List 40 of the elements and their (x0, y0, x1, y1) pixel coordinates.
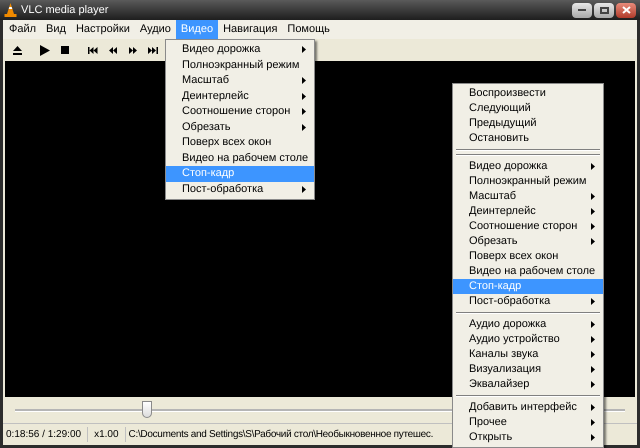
menu-item[interactable]: Пост-обработка (166, 182, 314, 197)
file-path: C:\Documents and Settings\S\Рабочий стол\Необыкновенное путешес. (128, 428, 434, 442)
menu-item[interactable]: Видео дорожка (453, 159, 603, 174)
menu-item[interactable]: Соотношение сторон (166, 104, 314, 120)
menu-item[interactable]: Пост-обработка (453, 294, 603, 309)
menu-item[interactable]: Следующий (453, 101, 603, 116)
menu-item[interactable]: Остановить (453, 131, 603, 146)
menu-item[interactable]: Каналы звука (453, 347, 603, 362)
menu-item[interactable]: Обрезать (453, 234, 603, 249)
menu-item[interactable]: Масштаб (453, 189, 603, 204)
menu-item[interactable]: Деинтерлейс (453, 204, 603, 219)
menu-item[interactable]: Аудио устройство (453, 332, 603, 347)
time-display: 0:18:56 / 1:29:00 (3, 427, 88, 442)
menu-item[interactable]: Видео дорожка (166, 42, 314, 58)
menu-item[interactable]: Полноэкранный режим (166, 58, 314, 73)
speed-display: x1.00 (88, 427, 126, 442)
window-title: VLC media player (21, 2, 108, 18)
menu-item[interactable]: Видео на рабочем столе (166, 150, 314, 166)
menu-item[interactable]: Поверх всех окон (453, 249, 603, 264)
menu-item[interactable]: Эквалайзер (453, 377, 603, 392)
menu-item[interactable]: Прочее (453, 415, 603, 430)
menu-item[interactable]: Видео на рабочем столе (453, 264, 603, 279)
menu-item[interactable]: Открыть (453, 430, 603, 445)
menu-item[interactable]: Поверх всех окон (166, 135, 314, 150)
menu-item[interactable]: Полноэкранный режим (453, 174, 603, 189)
menu-item[interactable]: Предыдущий (453, 116, 603, 131)
menu-bar-item[interactable]: Помощь (282, 20, 335, 39)
menu-bar-item[interactable]: Навигация (218, 20, 282, 39)
menu-item[interactable]: Соотношение сторон (453, 219, 603, 234)
menu-item[interactable]: Визуализация (453, 362, 603, 377)
menu-item[interactable]: Деинтерлейс (166, 88, 314, 104)
menu-item[interactable]: Аудио дорожка (453, 317, 603, 332)
menu-item[interactable]: Масштаб (166, 73, 314, 88)
menu-bar-item[interactable]: Файл (4, 20, 42, 39)
menu-bar-item[interactable]: Аудио (134, 20, 176, 39)
menu-bar-item[interactable]: Вид (41, 20, 71, 39)
menu-item[interactable]: Добавить интерфейс (453, 400, 603, 415)
menu-item[interactable]: Воспроизвести (453, 86, 603, 101)
menu-bar-item[interactable]: Настройки (70, 20, 135, 39)
menu-item[interactable]: Обрезать (166, 120, 314, 135)
